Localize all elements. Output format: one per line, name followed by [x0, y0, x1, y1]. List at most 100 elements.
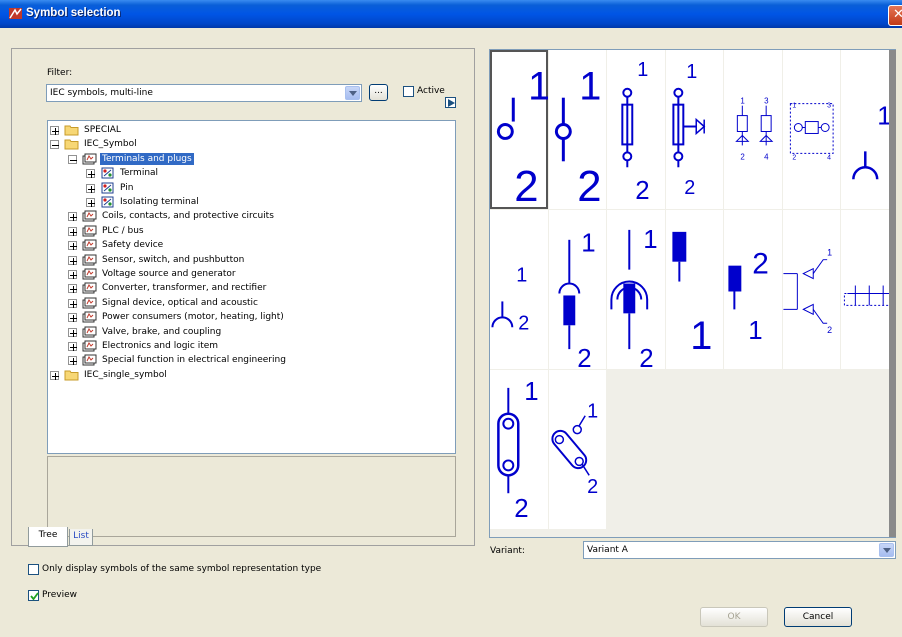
- tree-item-label: Converter, transformer, and rectifier: [102, 283, 267, 294]
- svg-text:3: 3: [764, 97, 769, 106]
- symbol-cell[interactable]: 1 2: [548, 50, 606, 209]
- symbol-cell[interactable]: 1 2: [548, 210, 606, 369]
- tab-tree[interactable]: Tree: [28, 527, 68, 547]
- symbol-group-icon: [82, 210, 97, 222]
- tree-item[interactable]: Converter, transformer, and rectifier: [48, 281, 453, 295]
- expand-icon[interactable]: [68, 270, 77, 279]
- active-checkbox[interactable]: [403, 86, 414, 97]
- symbol-grid[interactable]: 1 21 21 21 213 24 13 241 1 21: [489, 49, 896, 538]
- same-type-checkbox[interactable]: [28, 564, 39, 575]
- expand-icon[interactable]: [68, 226, 77, 236]
- symbol-group-icon: [82, 254, 97, 266]
- terminal-label: 1: [528, 65, 547, 109]
- tree-item[interactable]: Coils, contacts, and protective circuits: [48, 209, 453, 223]
- tree-item[interactable]: Isolating terminal: [48, 195, 453, 209]
- tree-item[interactable]: Terminal: [48, 166, 453, 180]
- ok-button[interactable]: OK: [700, 607, 768, 627]
- svg-text:4: 4: [764, 152, 769, 161]
- filter-browse-button[interactable]: ...: [369, 84, 388, 101]
- pin-icon: 1: [671, 231, 712, 358]
- expand-icon[interactable]: [68, 356, 77, 366]
- expand-icon[interactable]: [68, 342, 77, 351]
- tree-item[interactable]: Special function in electrical engineeri…: [48, 353, 453, 367]
- expand-icon[interactable]: [50, 370, 59, 380]
- empty-cell: [782, 370, 840, 529]
- symbol-cell[interactable]: 1 2: [490, 370, 548, 529]
- chevron-down-icon[interactable]: [879, 543, 894, 557]
- symbol-cell[interactable]: 1 2: [490, 50, 548, 209]
- expand-icon[interactable]: [68, 284, 77, 294]
- tree-item[interactable]: Electronics and logic item: [48, 339, 453, 353]
- tree-item[interactable]: Power consumers (motor, heating, light): [48, 310, 453, 324]
- symbol-cell[interactable]: 1 2: [548, 370, 606, 529]
- grid-scrollbar[interactable]: [889, 50, 896, 537]
- tree-item-label: Special function in electrical engineeri…: [102, 355, 286, 366]
- close-button[interactable]: ✕: [888, 5, 902, 26]
- variant-dropdown[interactable]: Variant A: [583, 541, 896, 559]
- expand-icon[interactable]: [86, 169, 95, 179]
- svg-text:1: 1: [686, 61, 697, 83]
- symbol-cell[interactable]: 1 2: [490, 210, 548, 369]
- expand-icon[interactable]: [68, 212, 77, 222]
- cancel-button[interactable]: Cancel: [784, 607, 852, 627]
- dual-terminal-icon: 1 3 2 4: [735, 97, 774, 161]
- tab-list[interactable]: List: [69, 529, 93, 546]
- folder-icon: [64, 124, 79, 136]
- tree-item-label: Terminals and plugs: [100, 152, 194, 165]
- symbol-cell[interactable]: 12: [782, 210, 840, 369]
- expand-icon[interactable]: [68, 327, 77, 337]
- symbol-cell[interactable]: 2 1: [724, 210, 782, 369]
- expand-icon[interactable]: [86, 198, 95, 207]
- svg-text:2: 2: [684, 177, 695, 199]
- expand-icon[interactable]: [68, 298, 77, 308]
- shielded-plug-icon: 1 2: [610, 226, 658, 369]
- tree-item[interactable]: IEC_Symbol: [48, 137, 453, 151]
- symbol-group-icon: [82, 153, 97, 165]
- tree-item-label: Electronics and logic item: [102, 341, 219, 351]
- symbol-cell[interactable]: 1: [665, 210, 723, 369]
- symbol-cell[interactable]: 1 3 2 4: [782, 50, 840, 209]
- symbol-tree[interactable]: SPECIAL IEC_Symbol Terminals and plugs Term…: [47, 120, 456, 454]
- play-icon[interactable]: [445, 97, 456, 108]
- terminal-led-icon: 1 2: [671, 61, 705, 199]
- symbol-cell[interactable]: 1 2: [607, 210, 665, 369]
- expand-icon[interactable]: [68, 255, 77, 265]
- svg-text:2: 2: [518, 312, 529, 334]
- chevron-down-icon[interactable]: [345, 86, 360, 100]
- tree-item[interactable]: Valve, brake, and coupling: [48, 325, 453, 339]
- tree-item-label: Voltage source and generator: [102, 269, 236, 279]
- tree-item[interactable]: Sensor, switch, and pushbutton: [48, 253, 453, 267]
- tree-item[interactable]: Safety device: [48, 238, 453, 252]
- expand-icon[interactable]: [68, 241, 77, 251]
- svg-text:2: 2: [514, 495, 528, 523]
- tree-item[interactable]: Pin: [48, 181, 453, 195]
- symbol-cell[interactable]: [841, 210, 895, 369]
- expand-icon[interactable]: [86, 183, 95, 193]
- symbol-cell[interactable]: 1 2: [665, 50, 723, 209]
- symbol-cell[interactable]: 1 3 2 4: [724, 50, 782, 209]
- link-terminal-diagonal-icon: 1 2: [550, 401, 598, 498]
- socket-icon: 1: [852, 103, 892, 180]
- tree-item[interactable]: Voltage source and generator: [48, 267, 453, 281]
- expand-icon[interactable]: [68, 313, 77, 323]
- tree-item[interactable]: IEC_single_symbol: [48, 368, 453, 382]
- tree-item-label: SPECIAL: [84, 125, 121, 135]
- collapse-icon[interactable]: [68, 154, 77, 164]
- tree-item-label: Power consumers (motor, heating, light): [102, 312, 284, 323]
- symbol-group-icon: [82, 340, 97, 352]
- collapse-icon[interactable]: [50, 140, 59, 150]
- tree-item[interactable]: PLC / bus: [48, 224, 453, 238]
- expand-icon[interactable]: [50, 126, 59, 135]
- svg-text:2: 2: [635, 177, 649, 205]
- symbol-cell[interactable]: 1 2: [607, 50, 665, 209]
- tree-item[interactable]: Terminals and plugs: [48, 152, 453, 166]
- preview-checkbox[interactable]: [28, 590, 39, 601]
- filter-dropdown[interactable]: IEC symbols, multi-line: [46, 84, 362, 102]
- symbol-icon: [100, 167, 115, 179]
- tree-item[interactable]: Signal device, optical and acoustic: [48, 296, 453, 310]
- active-label: Active: [417, 86, 445, 96]
- isolating-terminal-icon: 1 2: [621, 59, 650, 205]
- tree-item[interactable]: SPECIAL: [48, 123, 453, 137]
- symbol-cell[interactable]: 1: [841, 50, 895, 209]
- svg-text:1: 1: [637, 59, 648, 81]
